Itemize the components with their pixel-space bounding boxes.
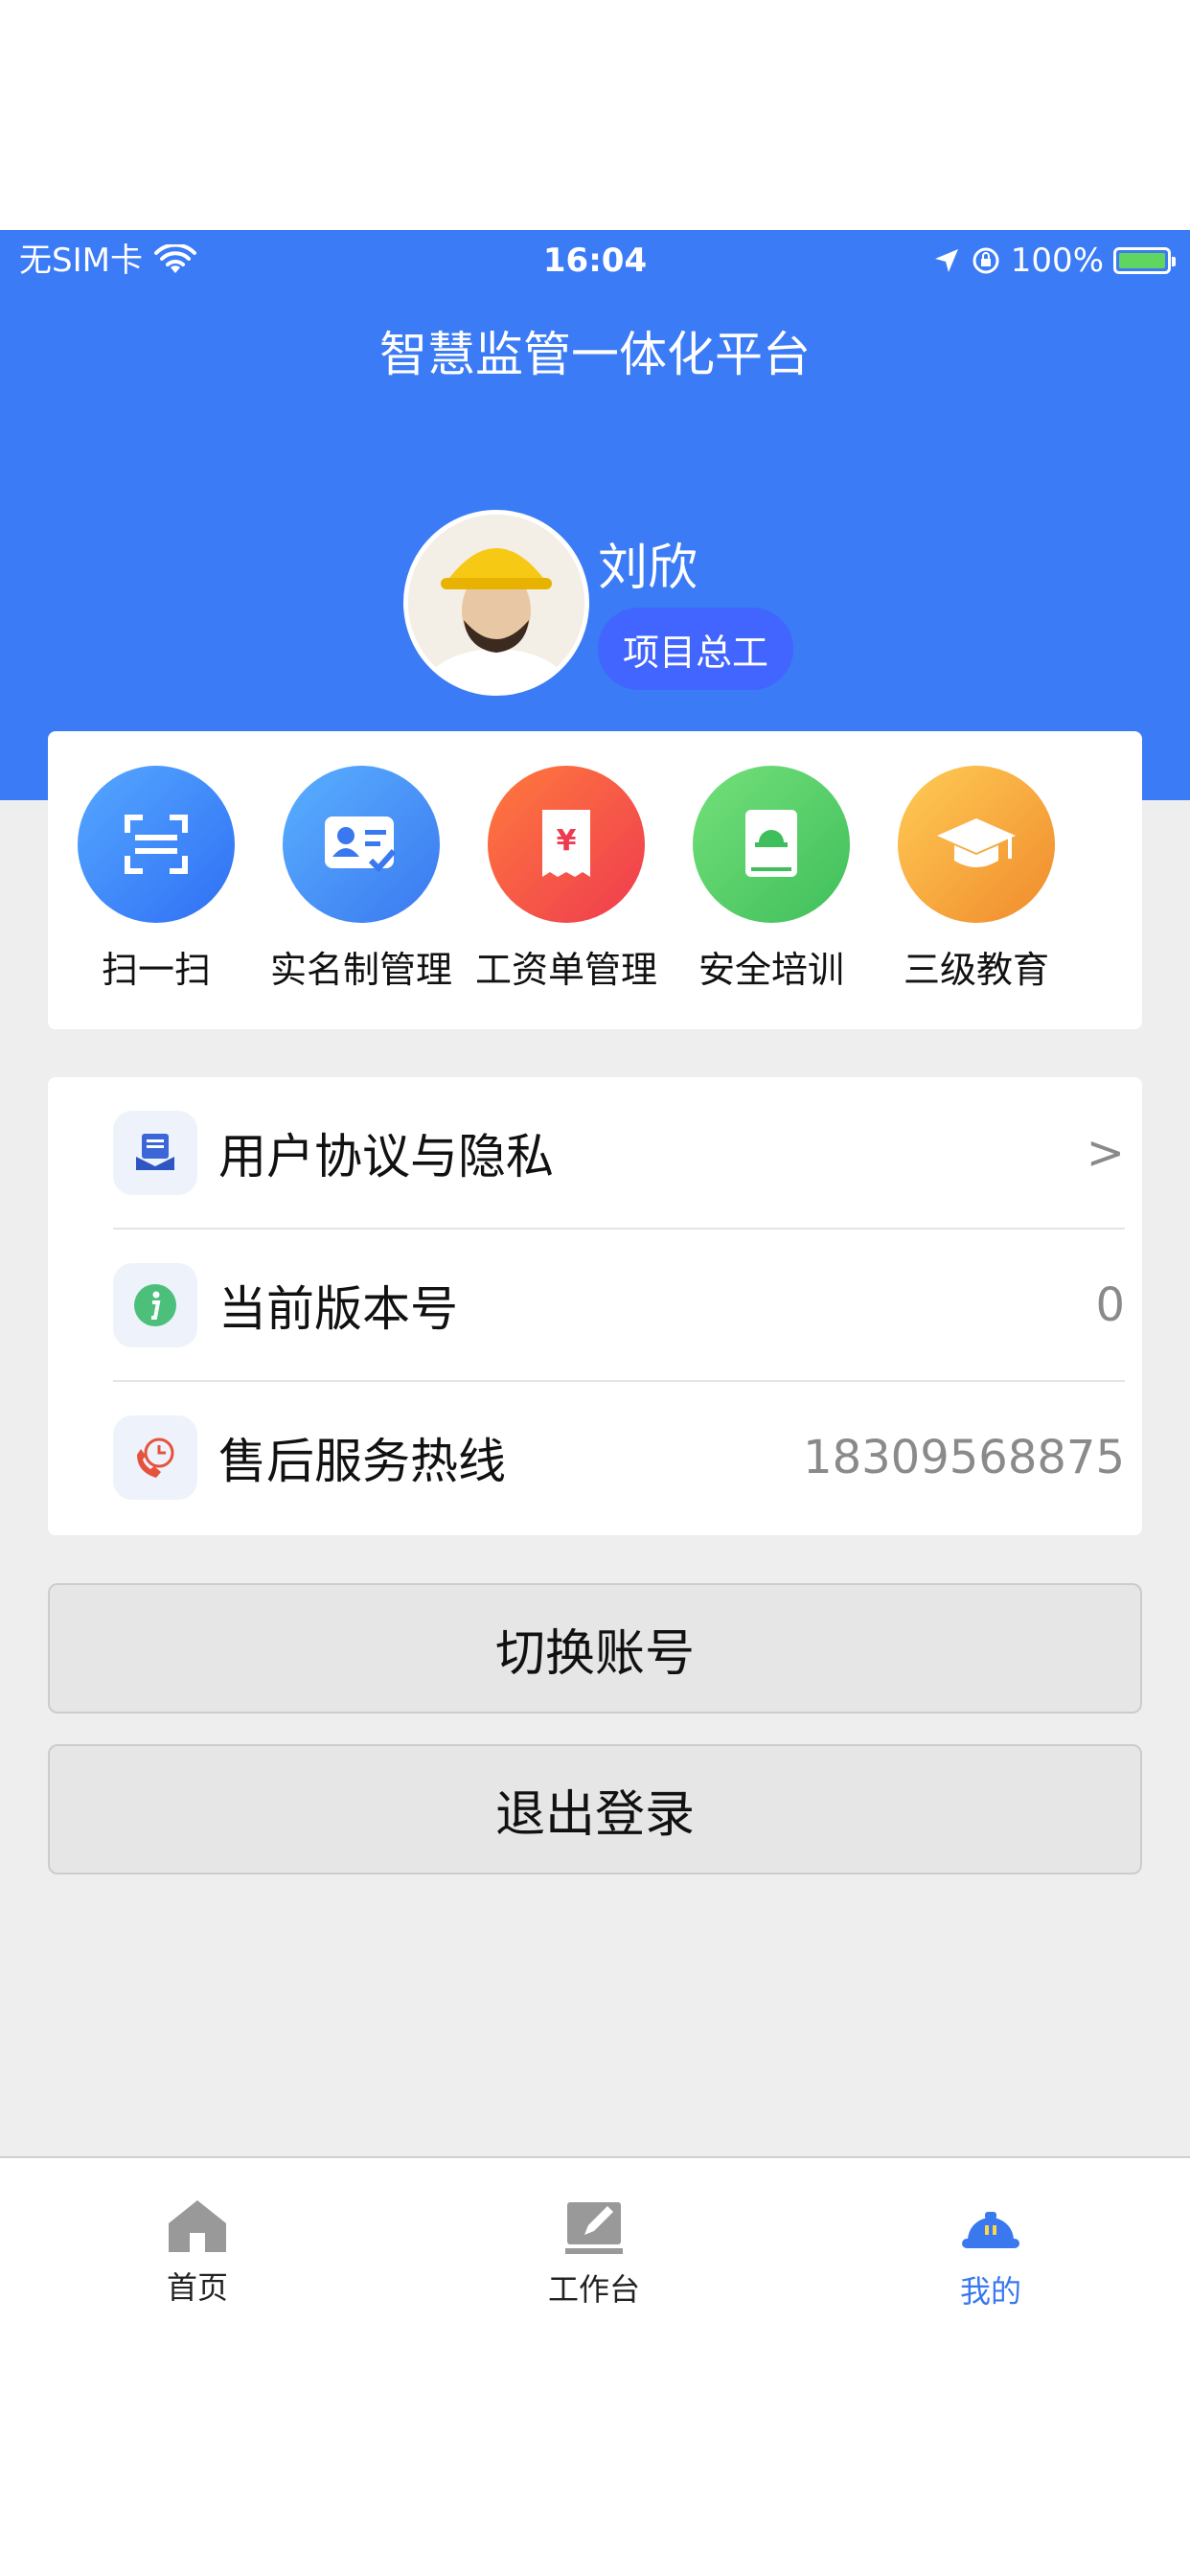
quick-action-scan[interactable]: 扫一扫 bbox=[54, 766, 259, 993]
helmet-icon bbox=[962, 2212, 1019, 2248]
payslip-icon: ¥ bbox=[488, 766, 645, 923]
menu-item-version: 当前版本号 0 bbox=[113, 1230, 1125, 1380]
avatar-image bbox=[408, 515, 584, 691]
tab-home[interactable]: 首页 bbox=[102, 2196, 293, 2308]
chevron-right-icon: > bbox=[1086, 1125, 1125, 1180]
safety-book-icon bbox=[693, 766, 850, 923]
battery-label: 100% bbox=[1010, 242, 1104, 280]
version-value: 0 bbox=[1095, 1277, 1125, 1332]
page-title: 智慧监管一体化平台 bbox=[379, 327, 811, 382]
orientation-lock-icon bbox=[973, 247, 999, 274]
quick-action-label: 三级教育 bbox=[903, 949, 1049, 991]
quick-action-label: 安全培训 bbox=[698, 949, 844, 991]
tab-label: 工作台 bbox=[547, 2271, 640, 2308]
quick-action-real-name[interactable]: 实名制管理 bbox=[259, 766, 464, 993]
quick-action-label: 扫一扫 bbox=[101, 949, 211, 991]
quick-action-label: 工资单管理 bbox=[474, 949, 657, 991]
tab-bar: 首页 工作台 我的 bbox=[0, 2156, 1190, 2576]
menu-item-label: 售后服务热线 bbox=[218, 1433, 506, 1489]
graduation-cap-icon bbox=[898, 766, 1055, 923]
role-badge: 项目总工 bbox=[598, 608, 793, 690]
quick-action-payslip[interactable]: ¥ 工资单管理 bbox=[464, 766, 669, 993]
scan-icon bbox=[78, 766, 235, 923]
battery-icon bbox=[1113, 247, 1176, 274]
tab-mine[interactable]: 我的 bbox=[895, 2196, 1087, 2312]
svg-text:¥: ¥ bbox=[557, 824, 577, 858]
quick-action-three-level-education[interactable]: 三级教育 bbox=[874, 766, 1079, 993]
menu-item-user-agreement[interactable]: 用户协议与隐私 > bbox=[113, 1077, 1125, 1228]
avatar[interactable] bbox=[403, 510, 589, 696]
info-icon bbox=[113, 1262, 197, 1347]
quick-action-label: 实名制管理 bbox=[269, 949, 452, 991]
id-card-icon bbox=[283, 766, 440, 923]
switch-account-button[interactable]: 切换账号 bbox=[48, 1583, 1142, 1714]
tab-label: 首页 bbox=[166, 2269, 228, 2306]
user-name: 刘欣 bbox=[598, 540, 698, 597]
tab-label: 我的 bbox=[959, 2273, 1021, 2310]
location-arrow-icon bbox=[934, 249, 958, 272]
menu-item-label: 用户协议与隐私 bbox=[218, 1128, 554, 1184]
home-icon bbox=[169, 2200, 226, 2252]
logout-button[interactable]: 退出登录 bbox=[48, 1744, 1142, 1874]
top-blank bbox=[0, 0, 1190, 230]
phone-icon bbox=[113, 1414, 197, 1500]
menu-item-label: 当前版本号 bbox=[218, 1280, 458, 1337]
quick-actions-card: 扫一扫 实名制管理 ¥ 工资单管理 安全培训 三级教育 bbox=[48, 731, 1142, 1029]
quick-action-safety-training[interactable]: 安全培训 bbox=[669, 766, 874, 993]
tab-workbench[interactable]: 工作台 bbox=[498, 2196, 690, 2310]
document-icon bbox=[113, 1110, 197, 1195]
hotline-number: 18309568875 bbox=[803, 1430, 1125, 1484]
workbench-icon bbox=[565, 2202, 623, 2254]
menu-item-hotline[interactable]: 售后服务热线 18309568875 bbox=[113, 1382, 1125, 1532]
settings-list: 用户协议与隐私 > 当前版本号 0 售后服务热线 18309568875 bbox=[48, 1077, 1142, 1535]
status-right: 100% bbox=[932, 240, 1176, 282]
